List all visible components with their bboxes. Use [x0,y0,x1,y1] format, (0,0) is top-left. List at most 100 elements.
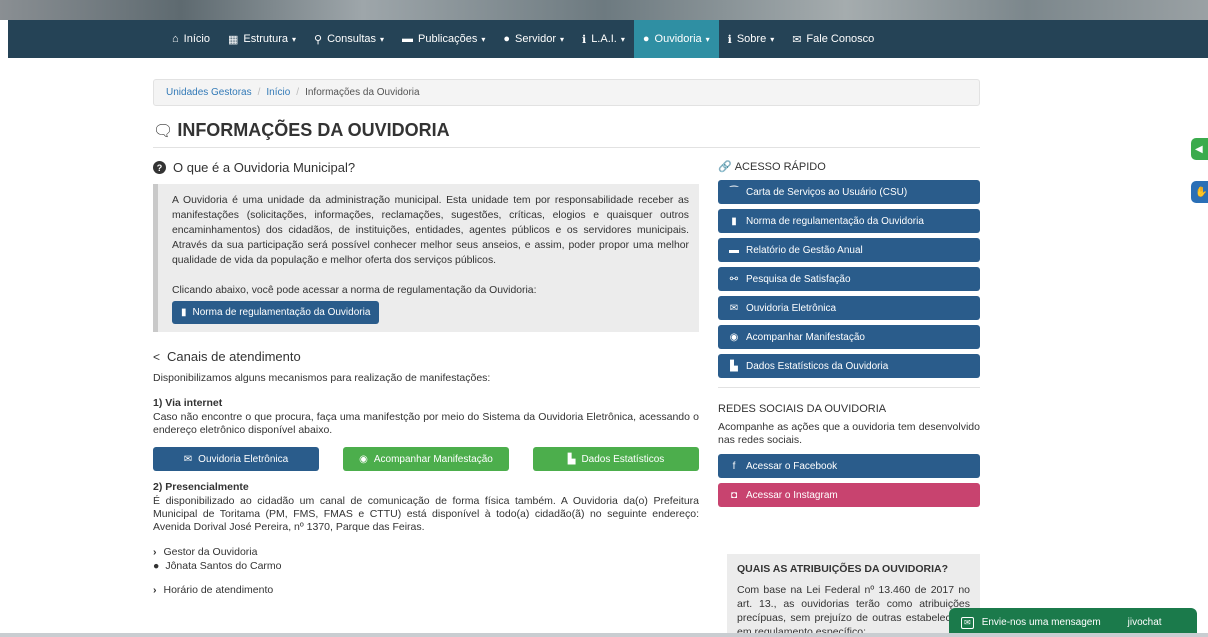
book-icon: ▮ [181,307,187,318]
presencial-title: 2) Presencialmente [153,481,249,493]
page-title: 🗨 INFORMAÇÕES DA OUVIDORIA [153,120,450,141]
quick-access-item-label: Norma de regulamentação da Ouvidoria [746,215,924,227]
quick-access-item[interactable]: ▬ Relatório de Gestão Anual [718,238,980,262]
quick-access-item[interactable]: ⁀ Carta de Serviços ao Usuário (CSU) [718,180,980,204]
about-paragraph: A Ouvidoria é uma unidade da administraç… [172,195,689,266]
nav-item-consultas[interactable]: ⚲ Consultas ▾ [305,20,393,58]
instagram-icon: ◘ [730,489,738,501]
norma-button-label: Norma de regulamentação da Ouvidoria [192,307,371,318]
dados-estatisticos-label: Dados Estatísticos [581,453,665,465]
quick-access-item[interactable]: ✉ Ouvidoria Eletrônica [718,296,980,320]
header-banner-image [0,0,1208,20]
home-icon: ⌂ [172,33,179,45]
ouvidoria-eletronica-button[interactable]: ✉ Ouvidoria Eletrônica [153,447,319,471]
quick-access-item[interactable]: ⚯ Pesquisa de Satisfação [718,267,980,291]
channel-buttons: ✉ Ouvidoria Eletrônica ◉ Acompanhar Mani… [153,447,699,471]
instagram-label: Acessar o Instagram [746,489,838,501]
main-content: ? O que é a Ouvidoria Municipal? A Ouvid… [153,160,699,597]
acompanhar-manifestacao-button[interactable]: ◉ Acompanhar Manifestação [343,447,509,471]
breadcrumb-unidades-gestoras[interactable]: Unidades Gestoras [166,87,252,98]
attributions-panel: QUAIS AS ATRIBUIÇÕES DA OUVIDORIA? Com b… [727,554,980,637]
quick-access-list: ⁀ Carta de Serviços ao Usuário (CSU) ▮ Norm… [718,180,980,378]
chat-label: Envie-nos uma mensagem [981,617,1101,628]
title-divider [153,147,980,148]
horario-title-text: Horário de atendimento [163,584,274,596]
nav-item-publica-es[interactable]: ▬ Publicações ▾ [393,20,494,58]
gestor-name-text: Jônata Santos do Carmo [165,560,282,572]
facebook-button[interactable]: f Acessar o Facebook [718,454,980,478]
nav-item-label: Fale Conosco [806,33,875,45]
road-icon: ⁀ [729,186,739,198]
caret-down-icon: ▾ [380,34,385,44]
channels-heading: < Canais de atendimento [153,349,699,364]
quick-access-item-label: Relatório de Gestão Anual [746,244,863,256]
nav-item-estrutura[interactable]: ▦ Estrutura ▾ [219,20,305,58]
accessibility-audio-icon[interactable]: ◀ [1191,138,1208,160]
question-circle-icon: ? [153,161,166,174]
chat-brand: jivochat [1127,617,1162,628]
nav-item-l-a-i[interactable]: ℹ L.A.I. ▾ [573,20,634,58]
quick-access-title: 🔗 ACESSO RÁPIDO [718,160,980,174]
ouvidoria-eletronica-label: Ouvidoria Eletrônica [198,453,289,465]
quick-access-item-label: Carta de Serviços ao Usuário (CSU) [746,186,908,198]
inbox-icon: ▬ [402,33,414,45]
facebook-label: Acessar o Facebook [746,460,838,472]
breadcrumb-separator: / [296,87,300,98]
nav-item-sobre[interactable]: ℹ Sobre ▾ [719,20,784,58]
folder-icon: ▬ [729,244,739,256]
quick-access-title-text: ACESSO RÁPIDO [734,160,826,173]
main-navbar: ⌂ Início ▦ Estrutura ▾ ⚲ Consultas ▾ ▬ Publicaçõe… [8,20,1208,58]
caret-down-icon: ▾ [620,34,625,44]
channels-intro: Disponibilizamos alguns mecanismos para … [153,372,491,384]
norma-button[interactable]: ▮ Norma de regulamentação da Ouvidoria [172,301,380,324]
breadcrumb-current: Informações da Ouvidoria [305,87,420,98]
facebook-icon: f [732,460,736,472]
social-title: REDES SOCIAIS DA OUVIDORIA [718,403,887,415]
about-heading: ? O que é a Ouvidoria Municipal? [153,160,699,175]
nav-item-label: L.A.I. [591,33,617,45]
horario-title: › Horário de atendimento [153,584,699,597]
caret-down-icon: ▾ [559,34,564,44]
search-icon: ⚲ [314,33,323,46]
instagram-button[interactable]: ◘ Acessar o Instagram [718,483,980,507]
caret-down-icon: ▾ [770,34,775,44]
info-circle-icon: ℹ [727,33,732,46]
internet-text: Caso não encontre o que procura, faça um… [153,411,699,436]
quick-access-item[interactable]: ▮ Norma de regulamentação da Ouvidoria [718,209,980,233]
nav-item-label: Início [183,33,210,45]
user-icon: ● [503,33,511,45]
quick-access-item[interactable]: ◉ Acompanhar Manifestação [718,325,980,349]
horizontal-scrollbar[interactable] [0,633,1208,637]
chevron-right-icon: › [153,584,157,596]
sidebar-divider [718,387,980,388]
link-icon: 🔗 [718,161,732,173]
chat-icon: ● [642,33,650,45]
nav-item-ouvidoria[interactable]: ● Ouvidoria ▾ [633,20,719,58]
quick-access-item-label: Dados Estatísticos da Ouvidoria [746,360,889,372]
chart-icon: ▙ [730,360,738,372]
book-icon: ▮ [731,215,737,227]
share-icon: < [153,349,161,364]
eye-icon: ◉ [359,453,368,465]
quick-access-item-label: Acompanhar Manifestação [746,331,865,343]
dados-estatisticos-button[interactable]: ▙ Dados Estatísticos [533,447,699,471]
social-text: Acompanhe as ações que a ouvidoria tem d… [718,421,980,446]
chart-icon: ▙ [567,453,576,465]
internet-title: 1) Via internet [153,397,223,409]
gestor-title-text: Gestor da Ouvidoria [163,546,258,558]
envelope-open-icon: ✉ [792,33,802,46]
breadcrumb-inicio[interactable]: Início [266,87,290,98]
presencial-text: É disponibilizado ao cidadão um canal de… [153,495,699,533]
accessibility-hand-icon[interactable]: ✋ [1191,181,1208,203]
caret-down-icon: ▾ [292,34,297,44]
sidebar: 🔗 ACESSO RÁPIDO ⁀ Carta de Serviços ao Us… [718,160,980,512]
envelope-icon: ✉ [729,302,739,314]
quick-access-item[interactable]: ▙ Dados Estatísticos da Ouvidoria [718,354,980,378]
sitemap-icon: ⚯ [729,273,739,285]
acompanhar-manifestacao-label: Acompanhar Manifestação [373,453,493,465]
nav-item-servidor[interactable]: ● Servidor ▾ [494,20,573,58]
nav-item-fale-conosco[interactable]: ✉ Fale Conosco [783,20,883,58]
nav-item-label: Consultas [327,33,376,45]
nav-item-in-cio[interactable]: ⌂ Início [163,20,219,58]
eye-icon: ◉ [729,331,739,343]
